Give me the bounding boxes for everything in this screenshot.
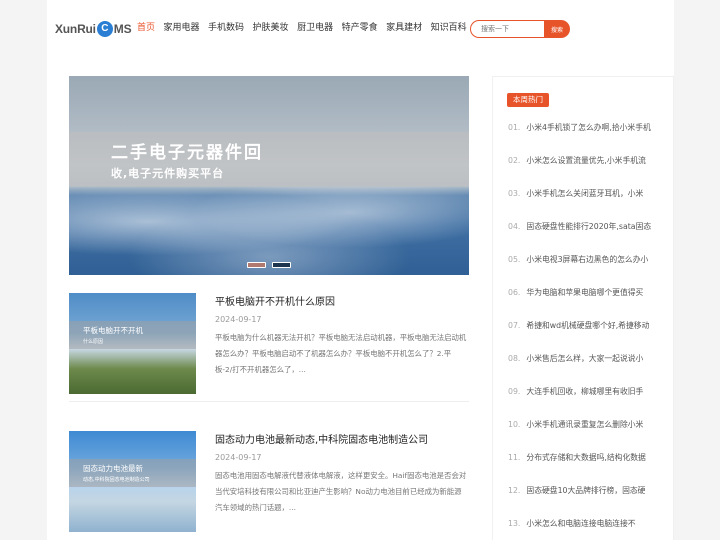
hot-list-item[interactable]: 10. 小米手机通讯录重复怎么删除小米 bbox=[508, 419, 663, 452]
item-text: 固态硬盘性能排行2020年,sata固态 bbox=[526, 222, 652, 231]
thumbnail-subcaption: 什么原因 bbox=[83, 339, 104, 345]
nav-item-snacks[interactable]: 特产零食 bbox=[342, 20, 378, 33]
item-number: 03. bbox=[508, 189, 521, 198]
item-text: 小米怎么设置流量优先,小米手机流 bbox=[526, 156, 646, 165]
hot-list-item[interactable]: 11. 分布式存储和大数据吗,结构化数据 bbox=[508, 452, 663, 485]
logo-text-suffix: MS bbox=[113, 22, 132, 36]
header: XunRui C MS 首页 家用电器 手机数码 护肤美妆 厨卫电器 特产零食 家具… bbox=[47, 0, 674, 57]
article-item: 平板电脑开不开机 什么原因 平板电脑开不开机什么原因 2024-09-17 平板… bbox=[69, 293, 469, 394]
nav-item-home[interactable]: 首页 bbox=[137, 20, 155, 33]
slider-dot-2[interactable] bbox=[272, 262, 291, 268]
hot-list-item[interactable]: 09. 大连手机回收，柳城哪里有收旧手 bbox=[508, 386, 663, 419]
item-text: 小米4手机锁了怎么办啊,拾小米手机 bbox=[526, 123, 651, 132]
hot-list-item[interactable]: 08. 小米售后怎么样，大家一起说说小 bbox=[508, 353, 663, 386]
logo-c-icon: C bbox=[96, 21, 113, 37]
item-text: 小米手机怎么关闭蓝牙耳机，小米 bbox=[526, 189, 644, 198]
item-number: 04. bbox=[508, 222, 521, 231]
item-text: 小米手机通讯录重复怎么删除小米 bbox=[526, 420, 644, 429]
article-date: 2024-09-17 bbox=[215, 453, 262, 462]
item-number: 10. bbox=[508, 420, 521, 429]
item-number: 01. bbox=[508, 123, 521, 132]
hot-list-item[interactable]: 05. 小米电视3屏幕右边黑色的怎么办小 bbox=[508, 254, 663, 287]
divider bbox=[69, 401, 469, 402]
item-number: 08. bbox=[508, 354, 521, 363]
article-title[interactable]: 固态动力电池最新动态,中科院固态电池制造公司 bbox=[215, 431, 428, 446]
item-text: 小米怎么和电脑连接电脑连接不 bbox=[526, 519, 636, 528]
article-title[interactable]: 平板电脑开不开机什么原因 bbox=[215, 293, 335, 308]
item-number: 05. bbox=[508, 255, 521, 264]
item-text: 小米电视3屏幕右边黑色的怎么办小 bbox=[526, 255, 649, 264]
search-box: 搜索 bbox=[470, 20, 570, 38]
item-text: 固态硬盘10大品牌排行榜，固态硬 bbox=[526, 486, 646, 495]
thumbnail-subcaption: 动态,中科院固态电池制造公司 bbox=[83, 477, 150, 483]
item-text: 分布式存储和大数据吗,结构化数据 bbox=[526, 453, 646, 462]
nav-item-furniture[interactable]: 家具建材 bbox=[386, 20, 422, 33]
item-text: 华为电脑和苹果电脑哪个更值得买 bbox=[526, 288, 644, 297]
item-number: 13. bbox=[508, 519, 521, 528]
item-text: 大连手机回收，柳城哪里有收旧手 bbox=[526, 387, 644, 396]
item-number: 12. bbox=[508, 486, 521, 495]
slider-dot-1[interactable] bbox=[247, 262, 266, 268]
banner-clouds bbox=[69, 186, 469, 275]
article-thumbnail[interactable]: 平板电脑开不开机 什么原因 bbox=[69, 293, 196, 394]
hot-list-item[interactable]: 07. 希捷和wd机械硬盘哪个好,希捷移动 bbox=[508, 320, 663, 353]
nav-item-kitchen[interactable]: 厨卫电器 bbox=[297, 20, 333, 33]
nav-item-appliances[interactable]: 家用电器 bbox=[164, 20, 200, 33]
article-item: 固态动力电池最新 动态,中科院固态电池制造公司 固态动力电池最新动态,中科院固态… bbox=[69, 431, 469, 532]
article-thumbnail[interactable]: 固态动力电池最新 动态,中科院固态电池制造公司 bbox=[69, 431, 196, 532]
nav-item-knowledge[interactable]: 知识百科 bbox=[431, 20, 467, 33]
hot-list: 01. 小米4手机锁了怎么办啊,拾小米手机 02. 小米怎么设置流量优先,小米手机流… bbox=[508, 122, 663, 540]
hot-list-item[interactable]: 02. 小米怎么设置流量优先,小米手机流 bbox=[508, 155, 663, 188]
main-nav: 首页 家用电器 手机数码 护肤美妆 厨卫电器 特产零食 家具建材 知识百科 bbox=[137, 20, 475, 33]
site-logo[interactable]: XunRui C MS bbox=[55, 14, 132, 44]
item-text: 希捷和wd机械硬盘哪个好,希捷移动 bbox=[526, 321, 650, 330]
thumbnail-caption: 平板电脑开不开机 bbox=[83, 326, 143, 335]
item-text: 小米售后怎么样，大家一起说说小 bbox=[526, 354, 644, 363]
sidebar-title: 本周热门 bbox=[507, 93, 549, 107]
item-number: 11. bbox=[508, 453, 521, 462]
banner-slide[interactable]: 二手电子元器件回 收,电子元件购买平台 bbox=[69, 76, 469, 275]
hot-sidebar: 本周热门 01. 小米4手机锁了怎么办啊,拾小米手机 02. 小米怎么设置流量优先,… bbox=[492, 76, 674, 540]
nav-item-beauty[interactable]: 护肤美妆 bbox=[253, 20, 289, 33]
item-number: 09. bbox=[508, 387, 521, 396]
thumbnail-caption: 固态动力电池最新 bbox=[83, 464, 143, 473]
article-date: 2024-09-17 bbox=[215, 315, 262, 324]
hot-list-item[interactable]: 06. 华为电脑和苹果电脑哪个更值得买 bbox=[508, 287, 663, 320]
nav-item-digital[interactable]: 手机数码 bbox=[208, 20, 244, 33]
item-number: 07. bbox=[508, 321, 521, 330]
item-number: 06. bbox=[508, 288, 521, 297]
search-input[interactable] bbox=[470, 20, 544, 38]
logo-text: XunRui bbox=[55, 22, 96, 36]
banner-title: 二手电子元器件回 bbox=[111, 143, 263, 163]
hot-list-item[interactable]: 01. 小米4手机锁了怎么办啊,拾小米手机 bbox=[508, 122, 663, 155]
item-number: 02. bbox=[508, 156, 521, 165]
article-summary: 平板电脑为什么机器无法开机？平板电脑无法启动机器，平板电脑无法启动机器怎么办？平… bbox=[215, 333, 467, 374]
banner-subtitle: 收,电子元件购买平台 bbox=[111, 167, 225, 180]
search-button[interactable]: 搜索 bbox=[544, 20, 570, 38]
hot-list-item[interactable]: 13. 小米怎么和电脑连接电脑连接不 bbox=[508, 518, 663, 540]
hot-list-item[interactable]: 04. 固态硬盘性能排行2020年,sata固态 bbox=[508, 221, 663, 254]
article-summary: 固态电池用固态电解液代替液体电解液，这样更安全。Haif固态电池是否会对当代安培… bbox=[215, 471, 467, 512]
hot-list-item[interactable]: 12. 固态硬盘10大品牌排行榜，固态硬 bbox=[508, 485, 663, 518]
hot-list-item[interactable]: 03. 小米手机怎么关闭蓝牙耳机，小米 bbox=[508, 188, 663, 221]
